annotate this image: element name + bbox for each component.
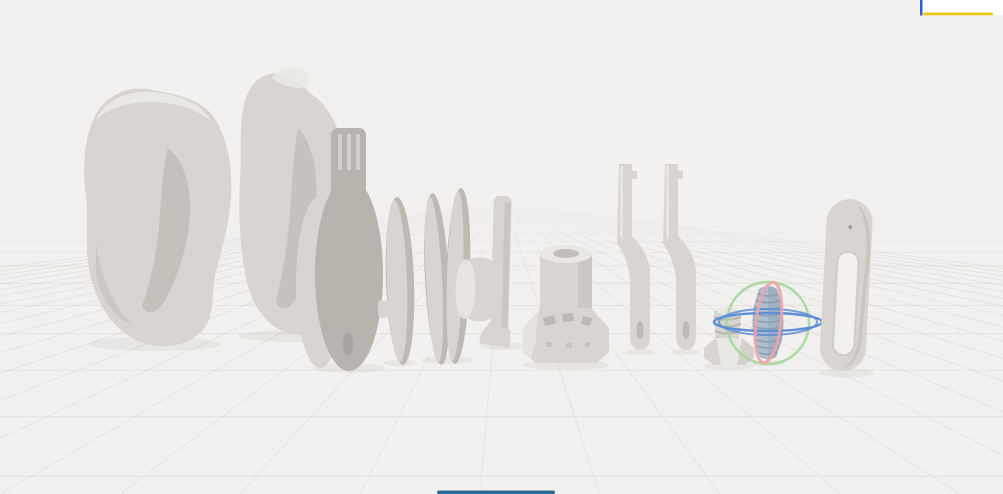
- top-right-panel-left-border: [920, 0, 923, 16]
- top-right-panel-underline: [923, 13, 993, 16]
- application-window: [0, 0, 1003, 494]
- model-slotted-plate[interactable]: [819, 198, 874, 372]
- bracket-1-edge-highlight: [620, 166, 623, 240]
- viewport-3d-scene: [0, 0, 1003, 494]
- cup-cylinder-shade: [578, 254, 592, 308]
- bracket-2-hole: [683, 321, 690, 339]
- bracket-2-edge-highlight: [666, 166, 669, 240]
- bottom-toolbar-fragment[interactable]: [437, 491, 555, 494]
- round-guide-bottom-hole: [343, 333, 353, 355]
- round-guide-stem-slots: [338, 134, 360, 170]
- top-right-panel-fragment[interactable]: [920, 0, 1003, 16]
- cup-top-hole: [553, 249, 579, 258]
- thin-plate-peg: [378, 300, 392, 317]
- model-bone-left[interactable]: [84, 88, 231, 346]
- bracket-1-hole: [637, 321, 644, 339]
